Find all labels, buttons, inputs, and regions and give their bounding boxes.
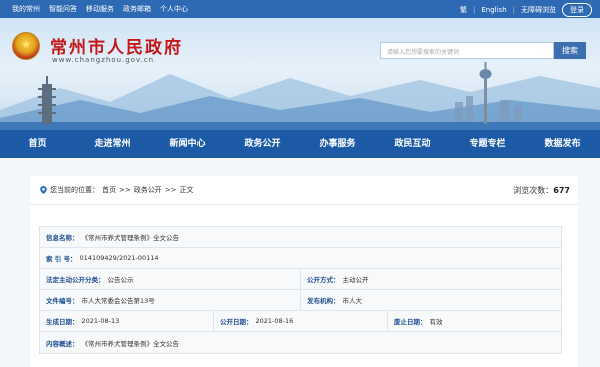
divider — [30, 204, 578, 205]
view-counter: 浏览次数：677 — [513, 185, 570, 196]
info-name-value: 《常州市养犬管理条例》全文公告 — [81, 234, 180, 242]
info-cell: 文件编号： 市人大常委会公告第13号 — [40, 290, 301, 310]
info-cell: 公开方式： 主动公开 — [301, 269, 561, 289]
top-right-links: 繁 | English | 无障碍浏览 登录 — [460, 3, 592, 17]
index-value: 014109429/2021-00114 — [79, 254, 159, 262]
link-english[interactable]: English — [481, 6, 506, 14]
view-counter-value: 677 — [553, 186, 570, 195]
link-smart-qa[interactable]: 智能问答 — [49, 4, 77, 14]
info-row: 内容概述： 《常州市养犬管理条例》全文公告 — [40, 332, 561, 353]
link-gov-mail[interactable]: 政务邮箱 — [123, 4, 151, 14]
nav-item-gov-open[interactable]: 政务公开 — [225, 130, 300, 158]
breadcrumb-home[interactable]: 首页 — [102, 185, 116, 195]
doc-no-value: 市人大常委会公告第13号 — [81, 297, 155, 305]
created-label: 生成日期： — [46, 318, 79, 326]
published-label: 公开日期： — [220, 318, 253, 326]
category-label: 法定主动公开分类： — [46, 276, 105, 284]
summary-value: 《常州市养犬管理条例》全文公告 — [81, 339, 180, 348]
summary-label: 内容概述： — [46, 339, 79, 348]
expire-label: 废止日期： — [394, 318, 427, 326]
nav-item-home[interactable]: 首页 — [0, 130, 75, 158]
document-info-table: 信息名称： 《常州市养犬管理条例》全文公告 索 引 号： 014109429/2… — [39, 226, 562, 354]
info-cell: 法定主动公开分类： 公告公示 — [40, 269, 301, 289]
login-button[interactable]: 登录 — [562, 3, 592, 17]
link-traditional[interactable]: 繁 — [460, 5, 467, 15]
nav-item-about[interactable]: 走进常州 — [75, 130, 150, 158]
breadcrumb-separator: >> — [164, 186, 177, 194]
location-icon — [40, 186, 47, 194]
nav-item-services[interactable]: 办事服务 — [300, 130, 375, 158]
published-value: 2021-08-16 — [255, 317, 294, 325]
info-row: 索 引 号： 014109429/2021-00114 — [40, 248, 561, 269]
breadcrumb: 您当前的位置： 首页 >> 政务公开 >> 正文 — [40, 185, 193, 195]
main-nav: 首页 走进常州 新闻中心 政务公开 办事服务 政民互动 专题专栏 数据发布 — [0, 130, 600, 158]
link-accessibility[interactable]: 无障碍浏览 — [521, 5, 556, 15]
nav-item-topics[interactable]: 专题专栏 — [450, 130, 525, 158]
info-cell: 内容概述： 《常州市养犬管理条例》全文公告 — [40, 332, 561, 353]
disclose-method-value: 主动公开 — [342, 276, 369, 284]
nav-item-data[interactable]: 数据发布 — [525, 130, 600, 158]
view-counter-label: 浏览次数： — [513, 186, 554, 195]
emblem-icon — [12, 32, 40, 60]
category-value: 公告公示 — [107, 276, 134, 284]
breadcrumb-separator: >> — [119, 186, 131, 194]
separator: | — [473, 6, 476, 14]
breadcrumb-prefix: 您当前的位置： — [50, 186, 99, 194]
publisher-label: 发布机构： — [307, 297, 340, 305]
link-personal-center[interactable]: 个人中心 — [160, 4, 188, 14]
link-mobile-service[interactable]: 移动服务 — [86, 4, 114, 14]
nav-item-interaction[interactable]: 政民互动 — [375, 130, 450, 158]
publisher-value: 市人大 — [342, 297, 363, 305]
info-cell: 信息名称： 《常州市养犬管理条例》全文公告 — [40, 227, 561, 247]
site-title[interactable]: 常州市人民政府 — [50, 33, 183, 58]
info-cell: 公开日期： 2021-08-16 — [214, 311, 388, 331]
info-row: 文件编号： 市人大常委会公告第13号 发布机构： 市人大 — [40, 290, 561, 311]
info-name-label: 信息名称： — [46, 234, 79, 242]
top-links: 我的常州 智能问答 移动服务 政务邮箱 个人中心 — [12, 4, 188, 14]
header-banner: 常州市人民政府 www.changzhou.gov.cn 请输入您想要搜索的关键… — [0, 18, 600, 130]
nav-item-news[interactable]: 新闻中心 — [150, 130, 225, 158]
site-url: www.changzhou.gov.cn — [52, 56, 155, 64]
expire-value: 有效 — [429, 318, 443, 326]
separator: | — [512, 6, 515, 14]
top-utility-bar: 我的常州 智能问答 移动服务 政务邮箱 个人中心 繁 | English | 无… — [0, 0, 600, 18]
breadcrumb-current: 正文 — [179, 186, 194, 194]
info-cell: 发布机构： 市人大 — [301, 290, 561, 310]
index-label: 索 引 号： — [46, 255, 77, 263]
info-row: 信息名称： 《常州市养犬管理条例》全文公告 — [40, 227, 561, 248]
breadcrumb-section[interactable]: 政务公开 — [134, 185, 162, 195]
disclose-method-label: 公开方式： — [307, 276, 340, 284]
doc-no-label: 文件编号： — [46, 297, 79, 305]
info-cell: 生成日期： 2021-08-13 — [40, 311, 214, 331]
link-my-changzhou[interactable]: 我的常州 — [12, 4, 40, 14]
info-row: 生成日期： 2021-08-13 公开日期： 2021-08-16 废止日期： … — [40, 311, 561, 332]
main-content: 您当前的位置： 首页 >> 政务公开 >> 正文 浏览次数：677 信息名称： … — [30, 176, 578, 367]
info-row: 法定主动公开分类： 公告公示 公开方式： 主动公开 — [40, 269, 561, 290]
created-value: 2021-08-13 — [81, 317, 120, 325]
info-cell: 废止日期： 有效 — [388, 311, 561, 331]
search-button[interactable]: 搜索 — [554, 42, 586, 59]
search-input[interactable]: 请输入您想要搜索的关键词 — [380, 42, 554, 59]
info-cell: 索 引 号： 014109429/2021-00114 — [40, 248, 561, 268]
